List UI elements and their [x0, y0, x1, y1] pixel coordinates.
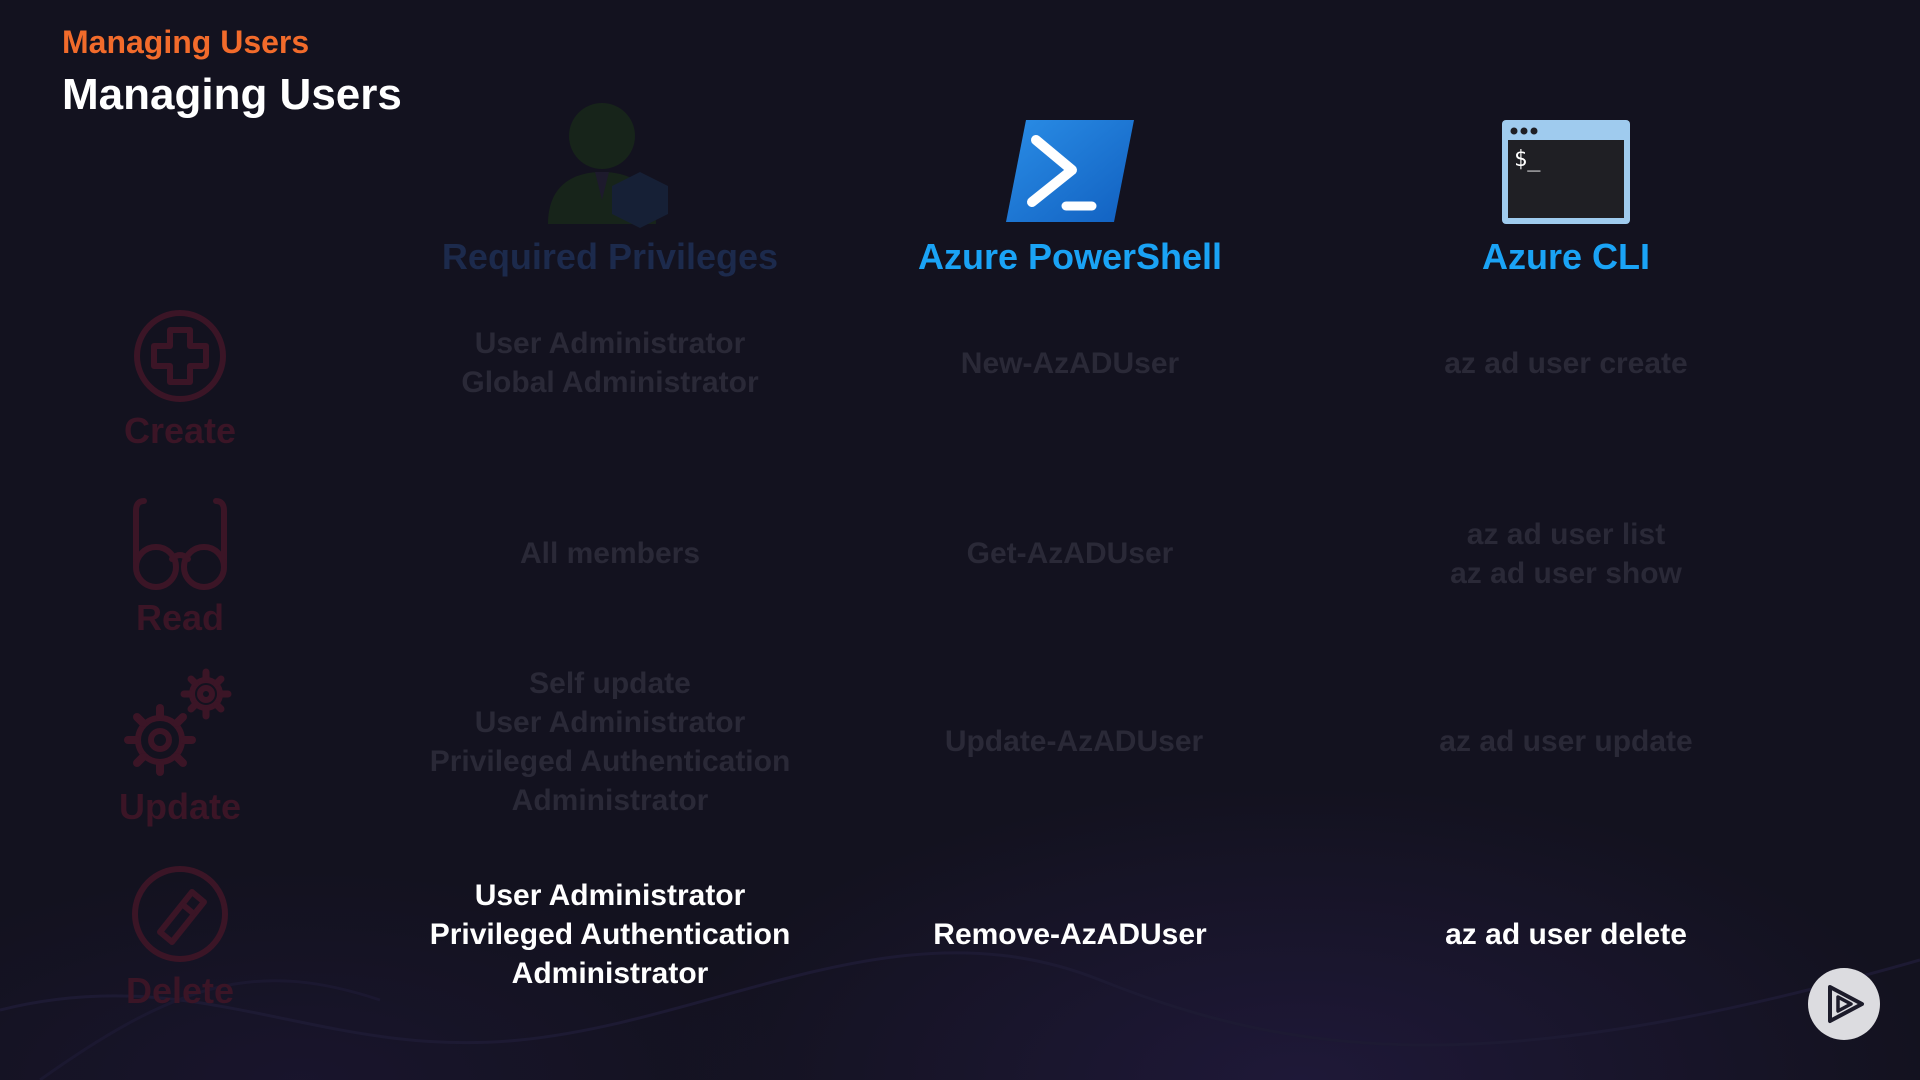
cell-read-powershell: Get-AzADUser [966, 537, 1174, 570]
cell-update-privileges: Self update User Administrator Privilege… [370, 664, 850, 820]
cli-command: az ad user create [1444, 347, 1688, 380]
cli-command: az ad user show [1450, 557, 1682, 590]
privilege-line: Privileged Authentication [429, 918, 791, 951]
row-delete: Delete [118, 864, 242, 1012]
admin-user-icon [548, 103, 668, 228]
column-header-required-privileges: Required Privileges [441, 236, 779, 277]
row-label-update: Update [118, 786, 241, 827]
row-create: Create [118, 308, 242, 452]
section-eyebrow: Managing Users [62, 24, 310, 60]
cell-update-powershell: Update-AzADUser [944, 725, 1204, 758]
privilege-line: User Administrator [474, 327, 746, 360]
terminal-icon: $_ [1502, 120, 1630, 224]
cell-delete-powershell: Remove-AzADUser [933, 918, 1207, 951]
cli-command: az ad user update [1439, 725, 1693, 758]
row-label-delete: Delete [125, 970, 235, 1011]
cell-create-powershell: New-AzADUser [960, 347, 1180, 380]
glasses-icon [133, 498, 227, 590]
cell-delete-cli: az ad user delete [1326, 915, 1806, 954]
row-label-create: Create [123, 410, 237, 451]
cell-read-privileges: All members [370, 534, 850, 573]
powershell-icon [1006, 120, 1134, 222]
row-update: Update [118, 664, 242, 828]
cli-command: az ad user delete [1445, 918, 1687, 951]
plus-circle-icon [134, 310, 226, 402]
privilege-line: Self update [529, 667, 691, 700]
play-icon [1828, 985, 1864, 1023]
cell-create-privileges: User Administrator Global Administrator [370, 324, 850, 402]
privilege-line: User Administrator [474, 706, 746, 739]
cli-command: az ad user list [1466, 518, 1666, 551]
play-button[interactable] [1808, 968, 1880, 1040]
gears-icon [124, 668, 232, 776]
cell-create-cli: az ad user create [1326, 344, 1806, 383]
privilege-line: Privileged Authentication [429, 745, 791, 778]
row-label-read: Read [135, 597, 225, 638]
column-header-azure-powershell: Azure PowerShell [917, 236, 1223, 277]
cell-delete-privileges: User Administrator Privileged Authentica… [370, 876, 850, 993]
privilege-line: Global Administrator [461, 366, 759, 399]
privilege-line: User Administrator [474, 879, 746, 912]
cell-update-cli: az ad user update [1326, 722, 1806, 761]
terminal-prompt: $_ [1514, 147, 1541, 172]
cell-read-cli: az ad user list az ad user show [1326, 515, 1806, 593]
row-read: Read [118, 495, 242, 639]
privilege-line: All members [519, 537, 701, 570]
eraser-circle-icon [132, 866, 228, 962]
privilege-line: Administrator [511, 957, 709, 990]
column-header-azure-cli: Azure CLI [1481, 236, 1650, 277]
privilege-line: Administrator [511, 784, 709, 817]
page-title: Managing Users [62, 70, 402, 119]
